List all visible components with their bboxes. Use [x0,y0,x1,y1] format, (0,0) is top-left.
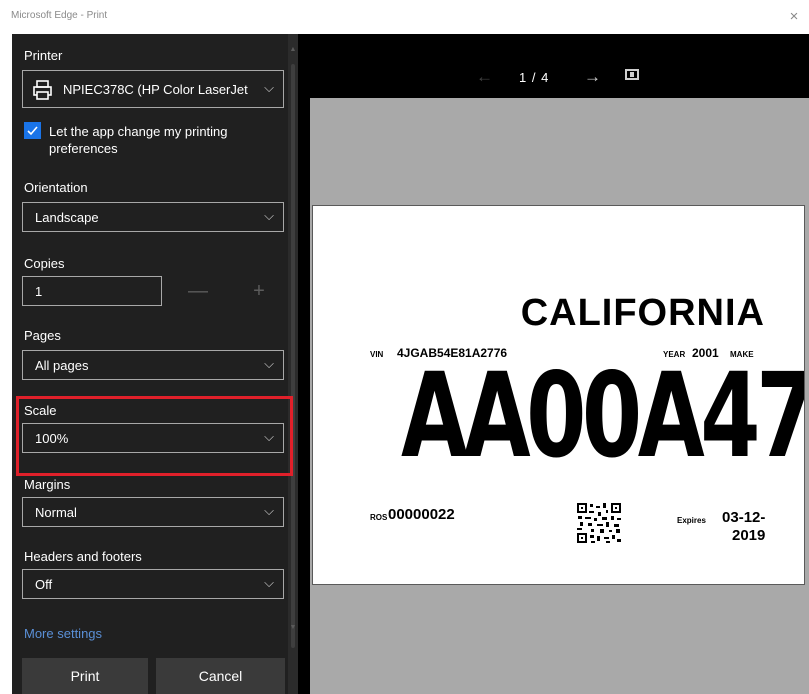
orientation-label: Orientation [24,180,88,195]
chevron-down-icon: ⌵ [264,503,274,518]
copies-label: Copies [24,256,65,271]
scale-highlight-box [16,396,293,476]
expires-value: 03-12- 2019 [716,509,765,545]
state-name: CALIFORNIA [520,292,765,334]
print-settings-panel: Printer NPIEC378C (HP Color LaserJet ⌵ L… [12,34,288,694]
pages-value: All pages [35,358,89,373]
settings-scrollbar[interactable]: ▲ ▼ [288,34,298,694]
page-indicator: 1 / 4 [519,70,550,85]
margins-label: Margins [24,477,71,492]
print-button[interactable]: Print [22,658,148,694]
copies-increment-button[interactable]: + [245,277,273,305]
orientation-select[interactable]: Landscape ⌵ [22,202,284,232]
printer-label: Printer [24,48,63,63]
expires-date-line2: 2019 [732,527,766,544]
checkmark-icon [27,126,38,136]
action-bar: Print Cancel [12,648,288,694]
vin-label: VIN [370,350,384,359]
more-settings-link[interactable]: More settings [24,626,102,641]
qr-code [576,502,622,544]
expires-label: Expires [677,516,706,525]
printer-select[interactable]: NPIEC378C (HP Color LaserJet ⌵ [22,70,284,108]
title-bar: Microsoft Edge - Print × [0,0,809,34]
scroll-down-icon[interactable]: ▼ [289,624,297,632]
copies-decrement-button[interactable]: — [184,277,212,305]
preview-page: CALIFORNIA VIN 4JGAB54E81A2776 YEAR 2001… [312,205,805,585]
pages-select[interactable]: All pages ⌵ [22,350,284,380]
preview-canvas[interactable]: CALIFORNIA VIN 4JGAB54E81A2776 YEAR 2001… [310,98,809,694]
chevron-down-icon: ⌵ [264,575,274,590]
fit-page-icon[interactable] [625,69,639,80]
orientation-value: Landscape [35,210,99,225]
ros-value: 00000022 [388,506,455,523]
pages-label: Pages [24,328,61,343]
printer-icon [32,79,54,101]
app-prefs-checkbox[interactable] [24,122,41,139]
app-prefs-label: Let the app change my printing preferenc… [49,124,228,156]
chevron-down-icon: ⌵ [264,356,274,371]
headers-footers-select[interactable]: Off ⌵ [22,569,284,599]
margins-value: Normal [35,505,77,520]
scroll-up-icon[interactable]: ▲ [289,46,297,54]
margins-select[interactable]: Normal ⌵ [22,497,284,527]
window-title: Microsoft Edge - Print [11,10,108,21]
plate-number: AA00A47 [401,347,805,484]
printer-value: NPIEC378C (HP Color LaserJet [63,82,248,97]
chevron-down-icon: ⌵ [264,80,274,95]
next-page-icon[interactable]: → [584,67,601,87]
close-icon[interactable]: × [785,8,803,26]
ros-label: ROS [370,513,388,522]
preview-navigation: ← 1 / 4 → [298,34,809,96]
chevron-down-icon: ⌵ [264,208,274,223]
copies-value: 1 [35,284,43,299]
previous-page-icon[interactable]: ← [476,67,493,87]
headers-footers-label: Headers and footers [24,549,142,564]
print-preview: ← 1 / 4 → CALIFORNIA VIN 4JGAB54E81A2776… [298,34,809,694]
cancel-button[interactable]: Cancel [156,658,285,694]
expires-date-line1: 03-12- [722,509,766,526]
scrollbar-thumb[interactable] [291,64,295,648]
copies-input[interactable]: 1 [22,276,162,306]
headers-footers-value: Off [35,577,53,592]
